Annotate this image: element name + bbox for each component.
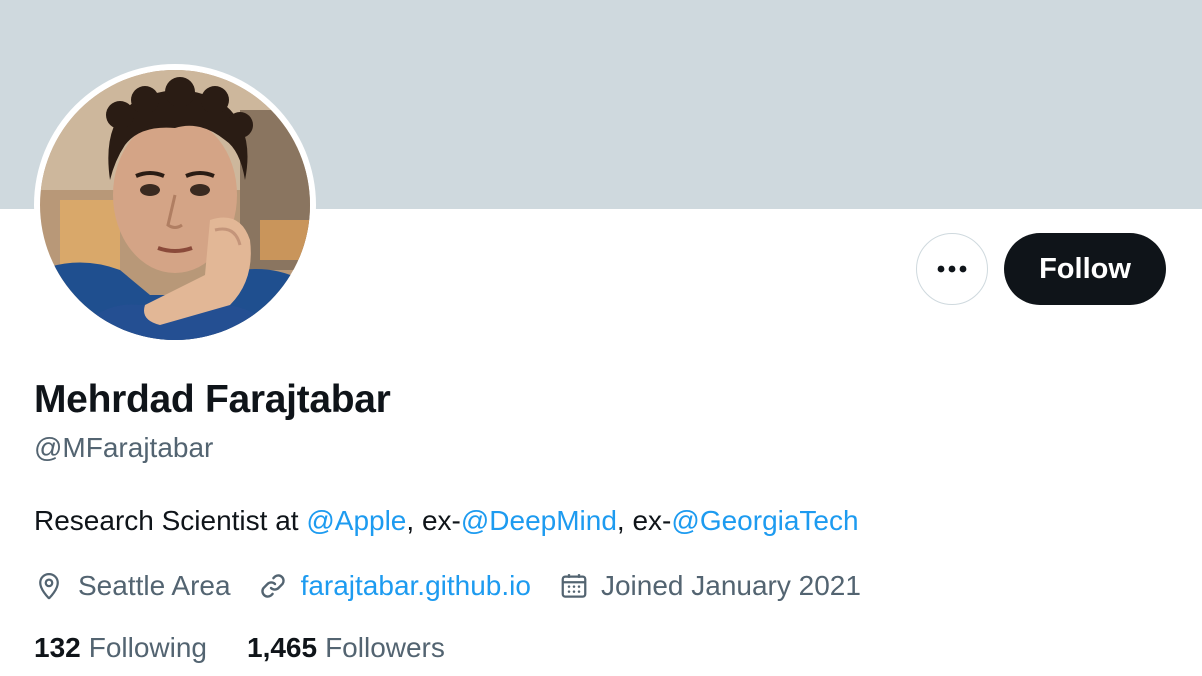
user-handle: @MFarajtabar [34,432,214,463]
more-horizontal-icon [937,265,967,273]
location-text: Seattle Area [78,570,231,601]
mention-georgiatech[interactable]: @GeorgiaTech [671,505,858,536]
location-pin-icon [39,572,59,600]
location: Seattle Area [34,570,231,602]
bio-separator: , ex- [616,505,672,536]
follow-button[interactable]: Follow [1004,233,1166,305]
display-name: Mehrdad Farajtabar [34,378,391,421]
bio-text: Research Scientist at [34,505,307,536]
join-date: Joined January 2021 [559,570,861,602]
follow-stats: 132 Following 1,465 Followers [34,632,445,664]
following-link[interactable]: 132 Following [34,632,207,664]
followers-count: 1,465 [247,632,318,663]
link-icon [260,574,285,598]
calendar-icon [561,574,587,598]
avatar[interactable] [34,64,316,346]
followers-label: Followers [325,632,445,663]
mention-apple[interactable]: @Apple [306,505,406,536]
followers-link[interactable]: 1,465 Followers [247,632,445,664]
mention-deepmind[interactable]: @DeepMind [461,505,617,536]
join-date-text: Joined January 2021 [600,570,861,601]
more-options-button[interactable] [916,233,988,305]
website[interactable]: farajtabar.github.io [257,570,531,602]
bio-separator: , ex- [406,505,461,536]
following-label: Following [88,632,207,663]
following-count: 132 [34,632,81,663]
avatar-photo [40,70,310,340]
profile-meta: Seattle Area farajtabar.github.io Joined… [34,566,861,606]
bio: Research Scientist at @Apple, ex-@DeepMi… [34,505,859,537]
website-link[interactable]: farajtabar.github.io [301,570,531,602]
